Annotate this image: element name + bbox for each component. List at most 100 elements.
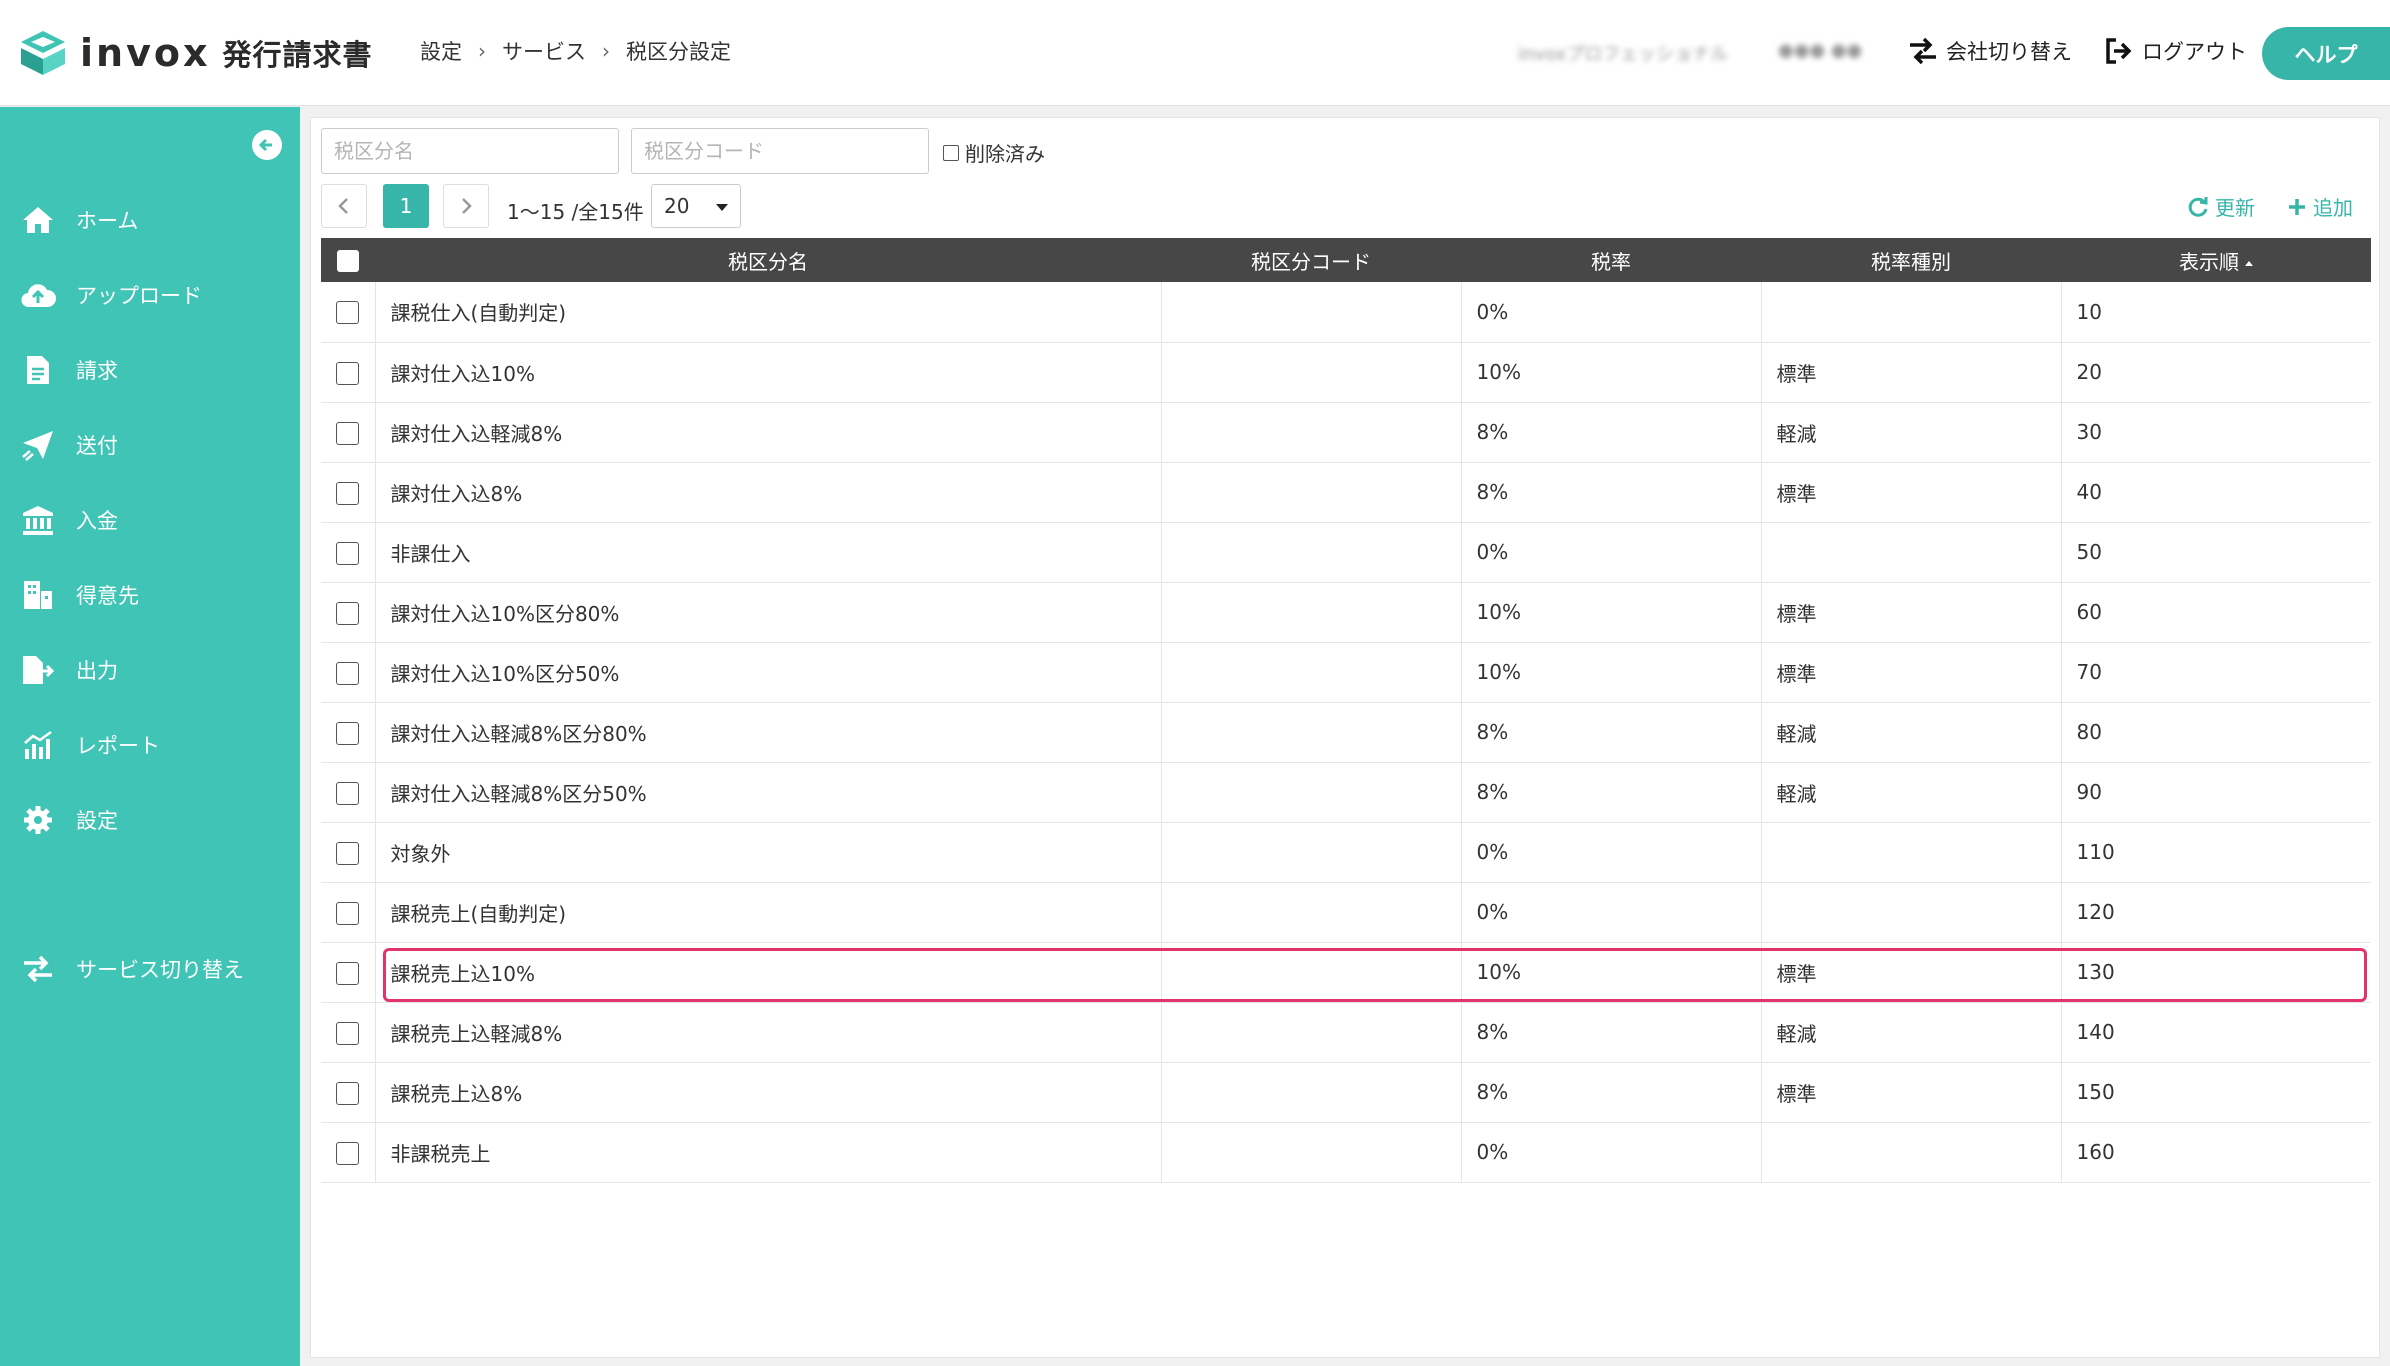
table-row[interactable]: 非課仕入 0% 50 — [321, 522, 2371, 583]
row-select-cell — [321, 942, 376, 1003]
tax-name-search-input[interactable] — [321, 128, 619, 174]
breadcrumb-tax-category: 税区分設定 — [626, 40, 731, 64]
select-all-checkbox[interactable] — [337, 250, 359, 273]
row-checkbox[interactable] — [336, 1081, 360, 1105]
row-checkbox[interactable] — [336, 301, 360, 325]
cell-display-order: 50 — [2061, 522, 2371, 583]
cell-tax-rate: 8% — [1461, 1062, 1762, 1123]
logout-button[interactable]: ログアウト — [2104, 36, 2247, 66]
prev-page-button[interactable] — [321, 184, 367, 228]
switch-arrows-icon — [1910, 37, 1936, 65]
sidebar-item-payment[interactable]: 入金 — [0, 492, 300, 548]
row-checkbox[interactable] — [336, 361, 360, 385]
select-all-cell — [321, 238, 375, 282]
table-row[interactable]: 課対仕入込軽減8%区分50% 8% 軽減 90 — [321, 762, 2371, 823]
sidebar-item-home[interactable]: ホーム — [0, 192, 300, 248]
cell-display-order: 10 — [2061, 282, 2371, 343]
cell-tax-name: 課税仕入(自動判定) — [375, 282, 1162, 343]
cell-tax-rate-type: 標準 — [1761, 942, 2062, 1003]
logo-subtitle: 発行請求書 — [222, 38, 373, 72]
table-row[interactable]: 課税売上込10% 10% 標準 130 — [321, 942, 2371, 1003]
table-row[interactable]: 課税売上込8% 8% 標準 150 — [321, 1062, 2371, 1123]
service-switch-button[interactable]: サービス切り替え — [0, 941, 300, 997]
cell-tax-name: 課対仕入込10%区分50% — [375, 642, 1162, 703]
tax-code-search-input[interactable] — [631, 128, 929, 174]
row-checkbox[interactable] — [336, 661, 360, 685]
refresh-button[interactable]: 更新 — [2187, 192, 2255, 221]
row-checkbox[interactable] — [336, 541, 360, 565]
row-select-cell — [321, 1122, 376, 1183]
cell-tax-rate: 10% — [1461, 642, 1762, 703]
cell-tax-rate: 8% — [1461, 702, 1762, 763]
table-body: 課税仕入(自動判定) 0% 10 課対仕入込10% 10% 標準 20 課対仕入込軽減8% 8%… — [321, 282, 2371, 1183]
breadcrumb-settings[interactable]: 設定 — [420, 36, 462, 66]
row-checkbox[interactable] — [336, 961, 360, 985]
row-select-cell — [321, 882, 376, 943]
cell-tax-rate-type: 軽減 — [1761, 1002, 2062, 1063]
sidebar-item-report[interactable]: レポート — [0, 717, 300, 773]
deleted-label: 削除済み — [965, 142, 1045, 166]
table-row[interactable]: 課対仕入込10% 10% 標準 20 — [321, 342, 2371, 403]
sidebar-item-customers[interactable]: 得意先 — [0, 567, 300, 623]
sidebar: ホーム アップロード 請求 送付 入金 得意先 出力 レポート 設定 サービス切… — [0, 107, 300, 1366]
column-header-code[interactable]: 税区分コード — [1161, 238, 1461, 282]
cell-tax-name: 課対仕入込10%区分80% — [375, 582, 1162, 643]
column-header-rate-type[interactable]: 税率種別 — [1761, 238, 2061, 282]
breadcrumb-service[interactable]: サービス — [502, 36, 586, 66]
sidebar-item-label: 出力 — [76, 659, 118, 683]
row-checkbox[interactable] — [336, 721, 360, 745]
sidebar-item-label: 得意先 — [76, 584, 139, 608]
cell-tax-code — [1161, 702, 1462, 763]
column-header-order[interactable]: 表示順 — [2061, 238, 2371, 282]
cell-tax-name: 課税売上(自動判定) — [375, 882, 1162, 943]
table-row[interactable]: 課対仕入込軽減8% 8% 軽減 30 — [321, 402, 2371, 463]
sidebar-item-upload[interactable]: アップロード — [0, 267, 300, 323]
page-size-value: 20 — [664, 194, 690, 218]
row-checkbox[interactable] — [336, 781, 360, 805]
collapse-sidebar-button[interactable] — [252, 130, 282, 160]
page-1-button[interactable]: 1 — [383, 184, 429, 228]
table-row[interactable]: 課対仕入込10%区分80% 10% 標準 60 — [321, 582, 2371, 643]
switch-company-button[interactable]: 会社切り替え — [1908, 36, 2072, 66]
sidebar-item-settings[interactable]: 設定 — [0, 792, 300, 848]
table-row[interactable]: 対象外 0% 110 — [321, 822, 2371, 883]
sidebar-item-output[interactable]: 出力 — [0, 642, 300, 698]
row-checkbox[interactable] — [336, 1021, 360, 1045]
row-checkbox[interactable] — [336, 601, 360, 625]
bank-icon — [20, 502, 56, 538]
sidebar-item-invoice[interactable]: 請求 — [0, 342, 300, 398]
cell-tax-code — [1161, 1002, 1462, 1063]
table-row[interactable]: 課対仕入込軽減8%区分80% 8% 軽減 80 — [321, 702, 2371, 763]
table-row[interactable]: 課税売上(自動判定) 0% 120 — [321, 882, 2371, 943]
column-header-name[interactable]: 税区分名 — [375, 238, 1161, 282]
sidebar-item-send[interactable]: 送付 — [0, 417, 300, 473]
row-checkbox[interactable] — [336, 481, 360, 505]
cell-display-order: 30 — [2061, 402, 2371, 463]
table-row[interactable]: 課対仕入込10%区分50% 10% 標準 70 — [321, 642, 2371, 703]
deleted-filter[interactable]: 削除済み — [943, 138, 1045, 167]
cell-tax-name: 課対仕入込軽減8%区分80% — [375, 702, 1162, 763]
row-checkbox[interactable] — [336, 901, 360, 925]
file-export-icon — [20, 652, 56, 688]
cell-tax-rate-type — [1761, 822, 2062, 883]
row-select-cell — [321, 582, 376, 643]
table-row[interactable]: 課対仕入込8% 8% 標準 40 — [321, 462, 2371, 523]
home-icon — [20, 202, 56, 238]
row-checkbox[interactable] — [336, 1141, 360, 1165]
table-row[interactable]: 課税売上込軽減8% 8% 軽減 140 — [321, 1002, 2371, 1063]
column-header-rate[interactable]: 税率 — [1461, 238, 1761, 282]
table-row[interactable]: 課税仕入(自動判定) 0% 10 — [321, 282, 2371, 343]
row-checkbox[interactable] — [336, 841, 360, 865]
caret-down-icon — [716, 204, 728, 211]
cell-tax-code — [1161, 822, 1462, 883]
logo-text: invox — [80, 31, 211, 75]
next-page-button[interactable] — [443, 184, 489, 228]
row-checkbox[interactable] — [336, 421, 360, 445]
help-button[interactable]: ヘルプ — [2262, 27, 2390, 80]
add-button[interactable]: 追加 — [2287, 192, 2353, 221]
page-size-select[interactable]: 20 — [651, 184, 741, 228]
invox-logo[interactable]: invox 発行請求書 — [18, 26, 372, 80]
table-row[interactable]: 非課税売上 0% 160 — [321, 1122, 2371, 1183]
paper-plane-icon — [20, 427, 56, 463]
deleted-checkbox[interactable] — [943, 144, 959, 161]
